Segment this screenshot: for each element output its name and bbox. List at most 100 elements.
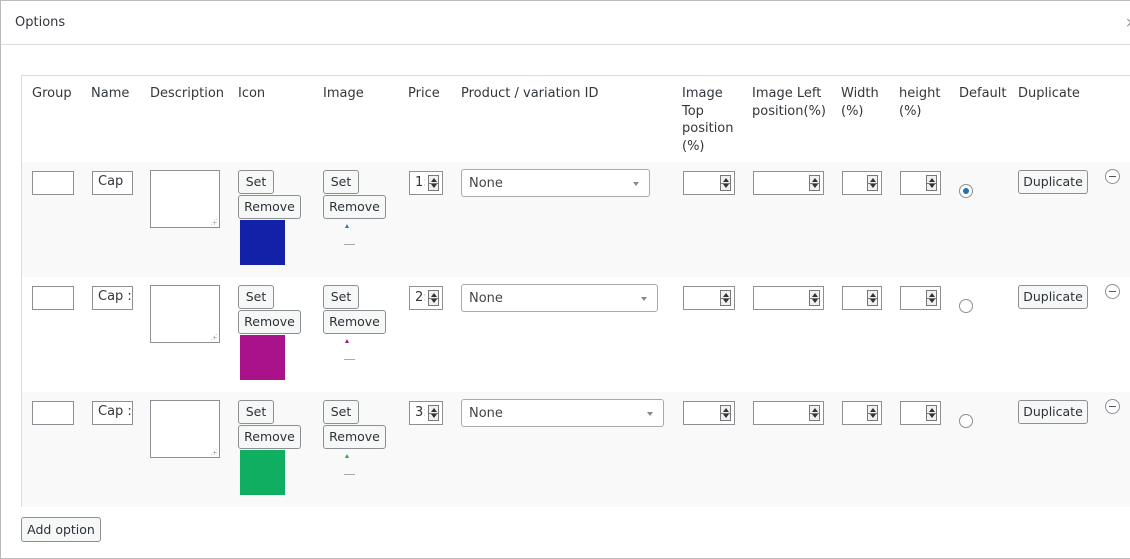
resize-grip-icon[interactable] [210,448,217,455]
add-option-button[interactable]: Add option [21,517,101,542]
group-input[interactable] [32,401,74,425]
height-input[interactable] [900,286,941,310]
duplicate-button[interactable]: Duplicate [1018,285,1088,309]
name-input[interactable]: Cap : [92,286,133,310]
col-header-width: Width (%) [841,86,879,119]
option-row: Cap Set Remove Set Remove 1: None Duplic… [22,162,1130,277]
product-select[interactable]: None [461,399,664,427]
default-radio[interactable] [959,299,973,313]
price-input[interactable]: 1: [409,171,443,195]
col-header-image-left: Image Left position(%) [752,86,826,119]
spinner-icon[interactable] [720,290,731,306]
icon-remove-button[interactable]: Remove [238,195,301,219]
spinner-icon[interactable] [926,290,937,306]
image-remove-button[interactable]: Remove [323,425,386,449]
icon-swatch [240,450,285,495]
default-radio[interactable] [959,184,973,198]
image-top-input[interactable] [683,171,735,195]
icon-remove-button[interactable]: Remove [238,425,301,449]
image-thumbnail-icon [345,339,349,343]
group-input[interactable] [32,286,74,310]
remove-row-icon[interactable] [1105,169,1120,184]
col-header-product: Product / variation ID [461,86,599,101]
image-thumbnail-icon [345,454,349,458]
col-header-height: height (%) [899,86,941,119]
image-set-button[interactable]: Set [323,400,359,424]
options-modal: Options × Group Name Description Icon Im… [0,0,1130,559]
spinner-icon[interactable] [809,405,820,421]
col-header-image-top: Image Top position (%) [682,86,734,154]
options-table: Group Name Description Icon Image Price … [21,75,1130,507]
spinner-icon[interactable] [867,290,878,306]
spinner-icon[interactable] [926,175,937,191]
image-left-input[interactable] [753,171,824,195]
image-set-button[interactable]: Set [323,285,359,309]
option-row: Cap : Set Remove Set Remove 3: None Dupl… [22,392,1130,507]
col-header-image: Image [323,86,364,101]
col-header-duplicate: Duplicate [1018,86,1080,101]
image-set-button[interactable]: Set [323,170,359,194]
image-top-input[interactable] [683,286,735,310]
col-header-price: Price [408,86,440,101]
image-thumbnail [342,224,356,252]
spinner-icon[interactable] [428,290,439,306]
option-row: Cap : Set Remove Set Remove 2: None Dupl… [22,277,1130,392]
duplicate-button[interactable]: Duplicate [1018,170,1088,194]
duplicate-button[interactable]: Duplicate [1018,400,1088,424]
product-select[interactable]: None [461,284,658,312]
width-input[interactable] [842,401,882,425]
spinner-icon[interactable] [720,405,731,421]
chevron-down-icon [647,412,653,416]
col-header-name: Name [91,86,130,101]
col-header-icon: Icon [238,86,266,101]
icon-set-button[interactable]: Set [238,285,274,309]
width-input[interactable] [842,171,882,195]
spinner-icon[interactable] [926,405,937,421]
price-input[interactable]: 2: [409,286,443,310]
description-textarea[interactable] [150,170,220,228]
spinner-icon[interactable] [809,290,820,306]
height-input[interactable] [900,171,941,195]
image-left-input[interactable] [753,286,824,310]
product-select[interactable]: None [461,169,650,197]
close-icon[interactable]: × [1125,15,1130,31]
image-left-input[interactable] [753,401,824,425]
icon-set-button[interactable]: Set [238,170,274,194]
image-remove-button[interactable]: Remove [323,195,386,219]
icon-remove-button[interactable]: Remove [238,310,301,334]
chevron-down-icon [641,297,647,301]
icon-swatch [240,220,285,265]
icon-swatch [240,335,285,380]
image-thumbnail [342,339,356,367]
remove-row-icon[interactable] [1105,284,1120,299]
chevron-down-icon [633,182,639,186]
name-input[interactable]: Cap : [92,401,133,425]
description-textarea[interactable] [150,285,220,343]
image-top-input[interactable] [683,401,735,425]
col-header-group: Group [32,86,72,101]
spinner-icon[interactable] [428,405,439,421]
image-thumbnail [342,454,356,482]
group-input[interactable] [32,171,74,195]
modal-header: Options × [1,1,1130,45]
modal-title: Options [15,15,66,30]
icon-set-button[interactable]: Set [238,400,274,424]
width-input[interactable] [842,286,882,310]
spinner-icon[interactable] [867,175,878,191]
name-input[interactable]: Cap [92,171,133,195]
image-remove-button[interactable]: Remove [323,310,386,334]
col-header-default: Default [959,86,1007,101]
price-input[interactable]: 3: [409,401,443,425]
spinner-icon[interactable] [720,175,731,191]
remove-row-icon[interactable] [1105,399,1120,414]
spinner-icon[interactable] [809,175,820,191]
col-header-description: Description [150,86,225,101]
resize-grip-icon[interactable] [210,333,217,340]
image-thumbnail-icon [345,224,349,228]
height-input[interactable] [900,401,941,425]
resize-grip-icon[interactable] [210,218,217,225]
description-textarea[interactable] [150,400,220,458]
spinner-icon[interactable] [428,175,439,191]
spinner-icon[interactable] [867,405,878,421]
default-radio[interactable] [959,414,973,428]
